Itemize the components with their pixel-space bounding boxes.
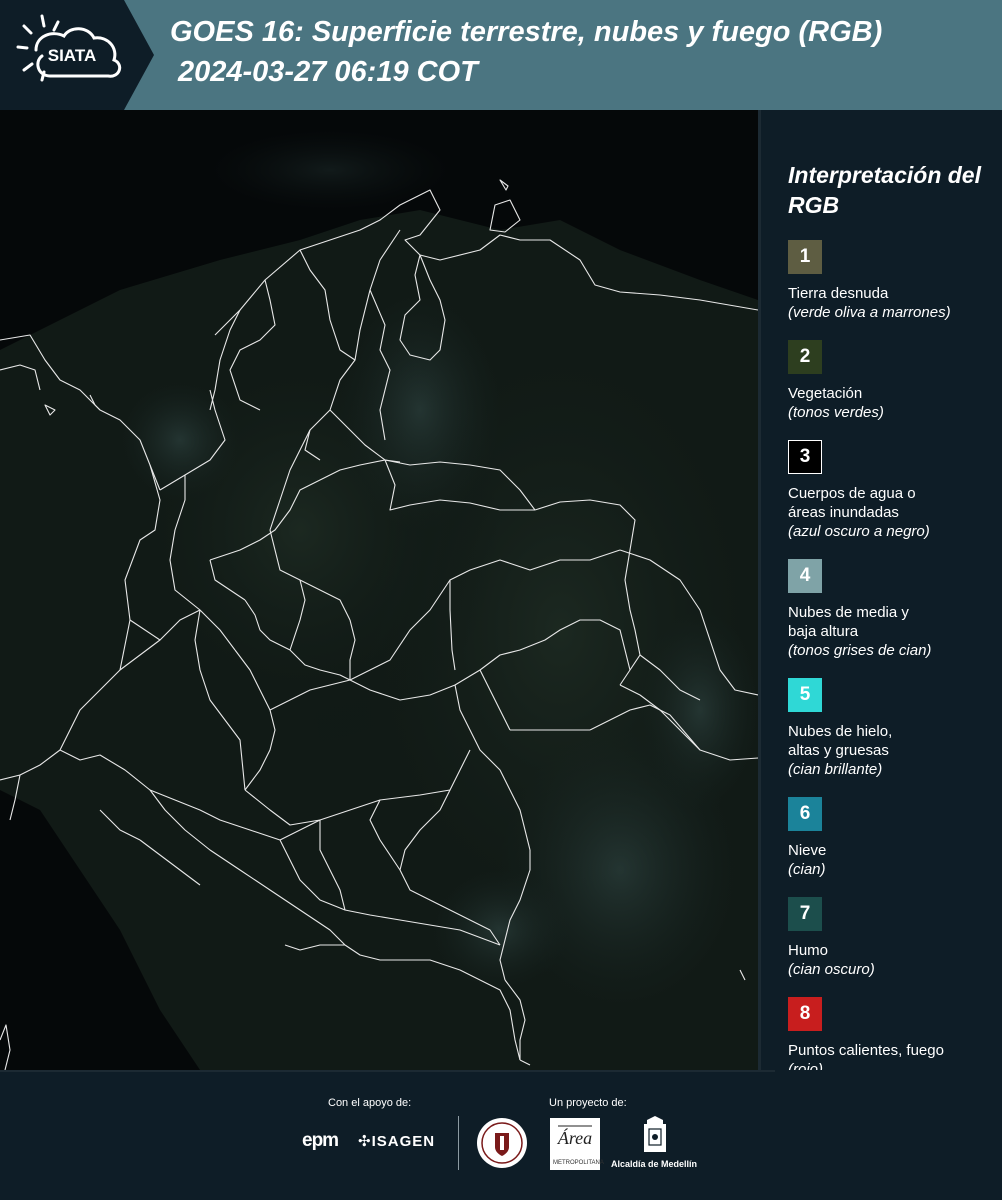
legend-sub: (cian oscuro) [788,961,875,978]
legend-sub: (azul oscuro a negro) [788,523,930,540]
legend-label: Puntos calientes, fuego [788,1042,944,1059]
legend-label: Nubes de media y baja altura [788,604,909,640]
legend-item-bare-soil: 1 Tierra desnuda (verde oliva a marrones… [788,240,988,322]
legend-label: Vegetación [788,385,863,402]
header: SIATA GOES 16: Superficie terrestre, nub… [0,0,1002,110]
legend-sub: (cian) [788,861,826,878]
footer-divider [0,1070,775,1072]
isagen-logo: ✣ISAGEN [358,1132,435,1150]
legend-item-smoke: 7 Humo (cian oscuro) [788,897,988,979]
footer: Con el apoyo de: Un proyecto de: epm ✣IS… [0,1070,1002,1200]
alcaldia-text: Alcaldía de Medellín [611,1159,698,1169]
legend-label: Nieve [788,842,827,859]
legend-item-water: 3 Cuerpos de agua o áreas inundadas (azu… [788,440,988,541]
epm-logo: epm [302,1130,339,1151]
legend-item-ice-clouds: 5 Nubes de hielo, altas y gruesas (cian … [788,678,988,779]
legend-title: Interpretación del RGB [788,162,981,218]
area-metropolitana-icon: Área [557,1125,592,1148]
legend-sub: (cian brillante) [788,761,883,778]
support-label: Con el apoyo de: [328,1097,412,1109]
alcaldia-shield-icon [644,1116,666,1152]
legend-swatch: 2 [788,340,822,374]
legend-sub: (tonos verdes) [788,404,884,421]
university-seal-icon [477,1118,527,1168]
legend-swatch: 4 [788,559,822,593]
legend-swatch: 5 [788,678,822,712]
satellite-map [0,110,758,1070]
legend-item-fire: 8 Puntos calientes, fuego (rojo) [788,997,988,1079]
legend-label: Cuerpos de agua o áreas inundadas [788,485,916,521]
legend-sub: (tonos grises de cian) [788,642,932,659]
legend-swatch: 6 [788,797,822,831]
footer-separator [458,1116,459,1170]
legend-item-snow: 6 Nieve (cian) [788,797,988,879]
isagen-text: ISAGEN [371,1133,436,1150]
logo-text: SIATA [48,46,96,65]
area-metropolitana-text: METROPOLITANA [553,1160,604,1166]
legend-item-vegetation: 2 Vegetación (tonos verdes) [788,340,988,422]
map-divider [758,110,761,1070]
legend-sub: (verde oliva a marrones) [788,304,951,321]
svg-text:Área: Área [557,1127,592,1148]
legend-swatch: 3 [788,440,822,474]
page-title: GOES 16: Superficie terrestre, nubes y f… [170,16,883,48]
project-label: Un proyecto de: [549,1097,627,1109]
legend-swatch: 1 [788,240,822,274]
legend: Interpretación del RGB 1 Tierra desnuda … [788,160,988,1079]
legend-swatch: 8 [788,997,822,1031]
timestamp: 2024-03-27 06:19 COT [178,56,478,88]
isagen-mark-icon: ✣ [358,1133,372,1150]
legend-label: Humo [788,942,829,959]
legend-label: Tierra desnuda [788,285,889,302]
legend-item-low-clouds: 4 Nubes de media y baja altura (tonos gr… [788,559,988,660]
legend-swatch: 7 [788,897,822,931]
siata-logo: SIATA [16,14,122,82]
legend-label: Nubes de hielo, altas y gruesas [788,723,893,759]
